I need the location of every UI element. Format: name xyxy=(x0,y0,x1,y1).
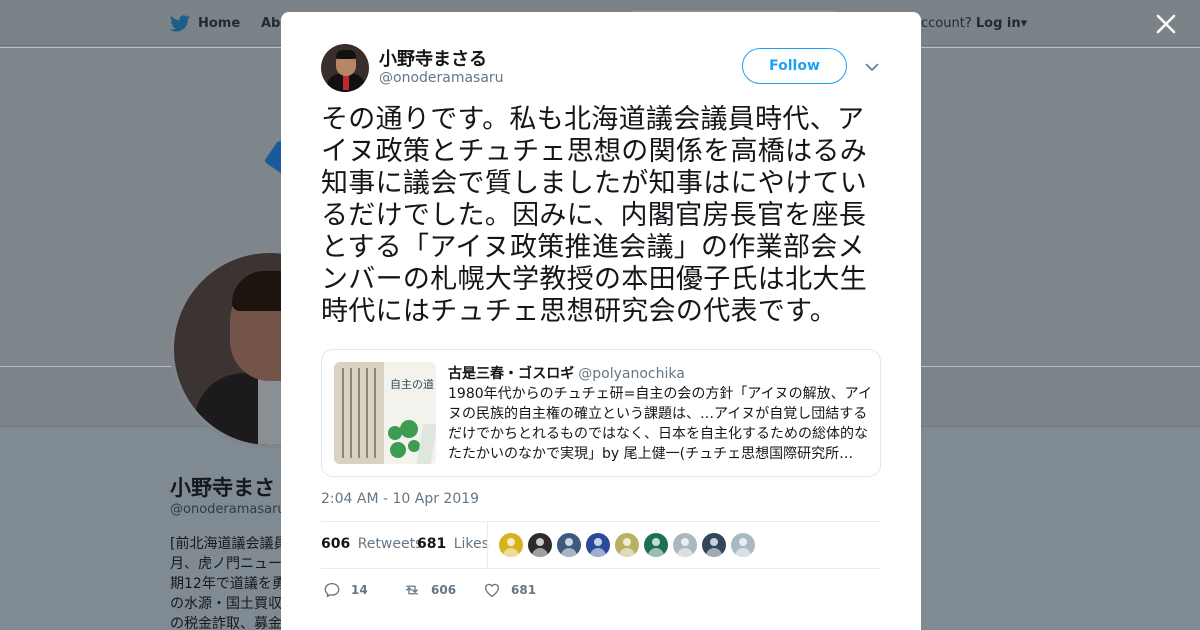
author-handle[interactable]: @onoderamasaru xyxy=(379,70,504,86)
like-button[interactable]: 681 xyxy=(483,581,536,599)
bio-line: 期12年で道議を勇 xyxy=(170,576,285,592)
quoted-author-handle: @polyanochika xyxy=(578,366,685,382)
likes-stat[interactable]: 681 Likes xyxy=(417,536,489,552)
reply-count: 14 xyxy=(351,583,368,597)
quoted-tweet-thumbnail: 自主の道 xyxy=(334,362,436,464)
liker-avatar-7[interactable] xyxy=(673,533,697,557)
nav-account: ccount? Log in▾ xyxy=(921,16,1027,31)
profile-name: 小野寺まさ xyxy=(170,476,275,500)
thumbnail-book-title: 自主の道 xyxy=(390,378,434,391)
bio-line: の水源・国土買収 xyxy=(170,596,282,612)
likes-label: Likes xyxy=(453,536,489,552)
login-caret-icon: ▾ xyxy=(1020,16,1028,31)
stats-divider xyxy=(487,522,488,568)
retweet-icon xyxy=(406,585,418,595)
more-options-button[interactable] xyxy=(863,58,881,76)
retweet-button[interactable]: 606 xyxy=(403,581,456,599)
liker-avatar-5[interactable] xyxy=(615,533,639,557)
bio-line: 月、虎ノ門ニュー xyxy=(170,556,282,572)
tweet-header: 小野寺まさる @onoderamasaru Follow xyxy=(321,44,881,94)
account-prompt: ccount? xyxy=(921,16,972,31)
like-count: 681 xyxy=(511,583,537,597)
liker-avatar-9[interactable] xyxy=(731,533,755,557)
twitter-bird-icon xyxy=(170,15,190,32)
tweet-timestamp[interactable]: 2:04 AM - 10 Apr 2019 xyxy=(321,491,479,507)
liker-avatar-3[interactable] xyxy=(557,533,581,557)
author-name[interactable]: 小野寺まさる xyxy=(379,45,487,71)
heart-icon xyxy=(484,583,500,598)
chevron-down-icon xyxy=(865,63,879,71)
profile-handle: @onoderamasaru xyxy=(170,502,286,517)
retweets-stat[interactable]: 606 Retweets xyxy=(321,536,422,552)
follow-button[interactable]: Follow xyxy=(742,48,847,84)
reply-icon xyxy=(324,582,340,598)
quoted-author-name: 古是三春・ゴスロギ xyxy=(448,366,575,382)
reply-button[interactable]: 14 xyxy=(323,581,368,599)
quoted-tweet-author: 古是三春・ゴスロギ @polyanochika xyxy=(448,363,685,383)
author-avatar[interactable] xyxy=(321,44,369,92)
tweet-actions: 14 606 681 xyxy=(321,578,881,602)
liker-avatar-6[interactable] xyxy=(644,533,668,557)
retweets-label: Retweets xyxy=(357,536,423,552)
tweet-stats: 606 Retweets 681 Likes xyxy=(321,521,881,569)
likes-count: 681 xyxy=(417,536,447,552)
quoted-tweet[interactable]: 自主の道 古是三春・ゴスロギ @polyanochika 1980年代からのチュチ… xyxy=(321,349,881,477)
login-link[interactable]: Log in xyxy=(976,16,1021,31)
quoted-tweet-text: 1980年代からのチュチェ研=自主の会の方針「アイヌの解放、アイヌの民族的自主権… xyxy=(448,386,872,462)
bio-line: [前北海道議会議員 xyxy=(170,536,285,552)
liker-avatar-2[interactable] xyxy=(528,533,552,557)
close-icon xyxy=(1156,14,1176,34)
liker-avatar-8[interactable] xyxy=(702,533,726,557)
retweet-count: 606 xyxy=(431,583,457,597)
bio-line: の税金詐取、募金 xyxy=(170,616,282,630)
liker-avatar-1[interactable] xyxy=(499,533,523,557)
profile-bio: [前北海道議会議員 月、虎ノ門ニュー 期12年で道議を勇 の水源・国土買収 の税… xyxy=(170,534,285,630)
nav-home-label: Home xyxy=(198,16,241,31)
tweet-modal: 小野寺まさる @onoderamasaru Follow その通りです。私も北海… xyxy=(281,12,921,630)
close-button[interactable] xyxy=(1152,10,1180,38)
nav-home[interactable]: Home xyxy=(170,15,240,32)
liker-avatar-4[interactable] xyxy=(586,533,610,557)
retweets-count: 606 xyxy=(321,536,351,552)
tweet-text: その通りです。私も北海道議会議員時代、アイヌ政策とチュチェ思想の関係を高橋はるみ… xyxy=(321,104,867,327)
